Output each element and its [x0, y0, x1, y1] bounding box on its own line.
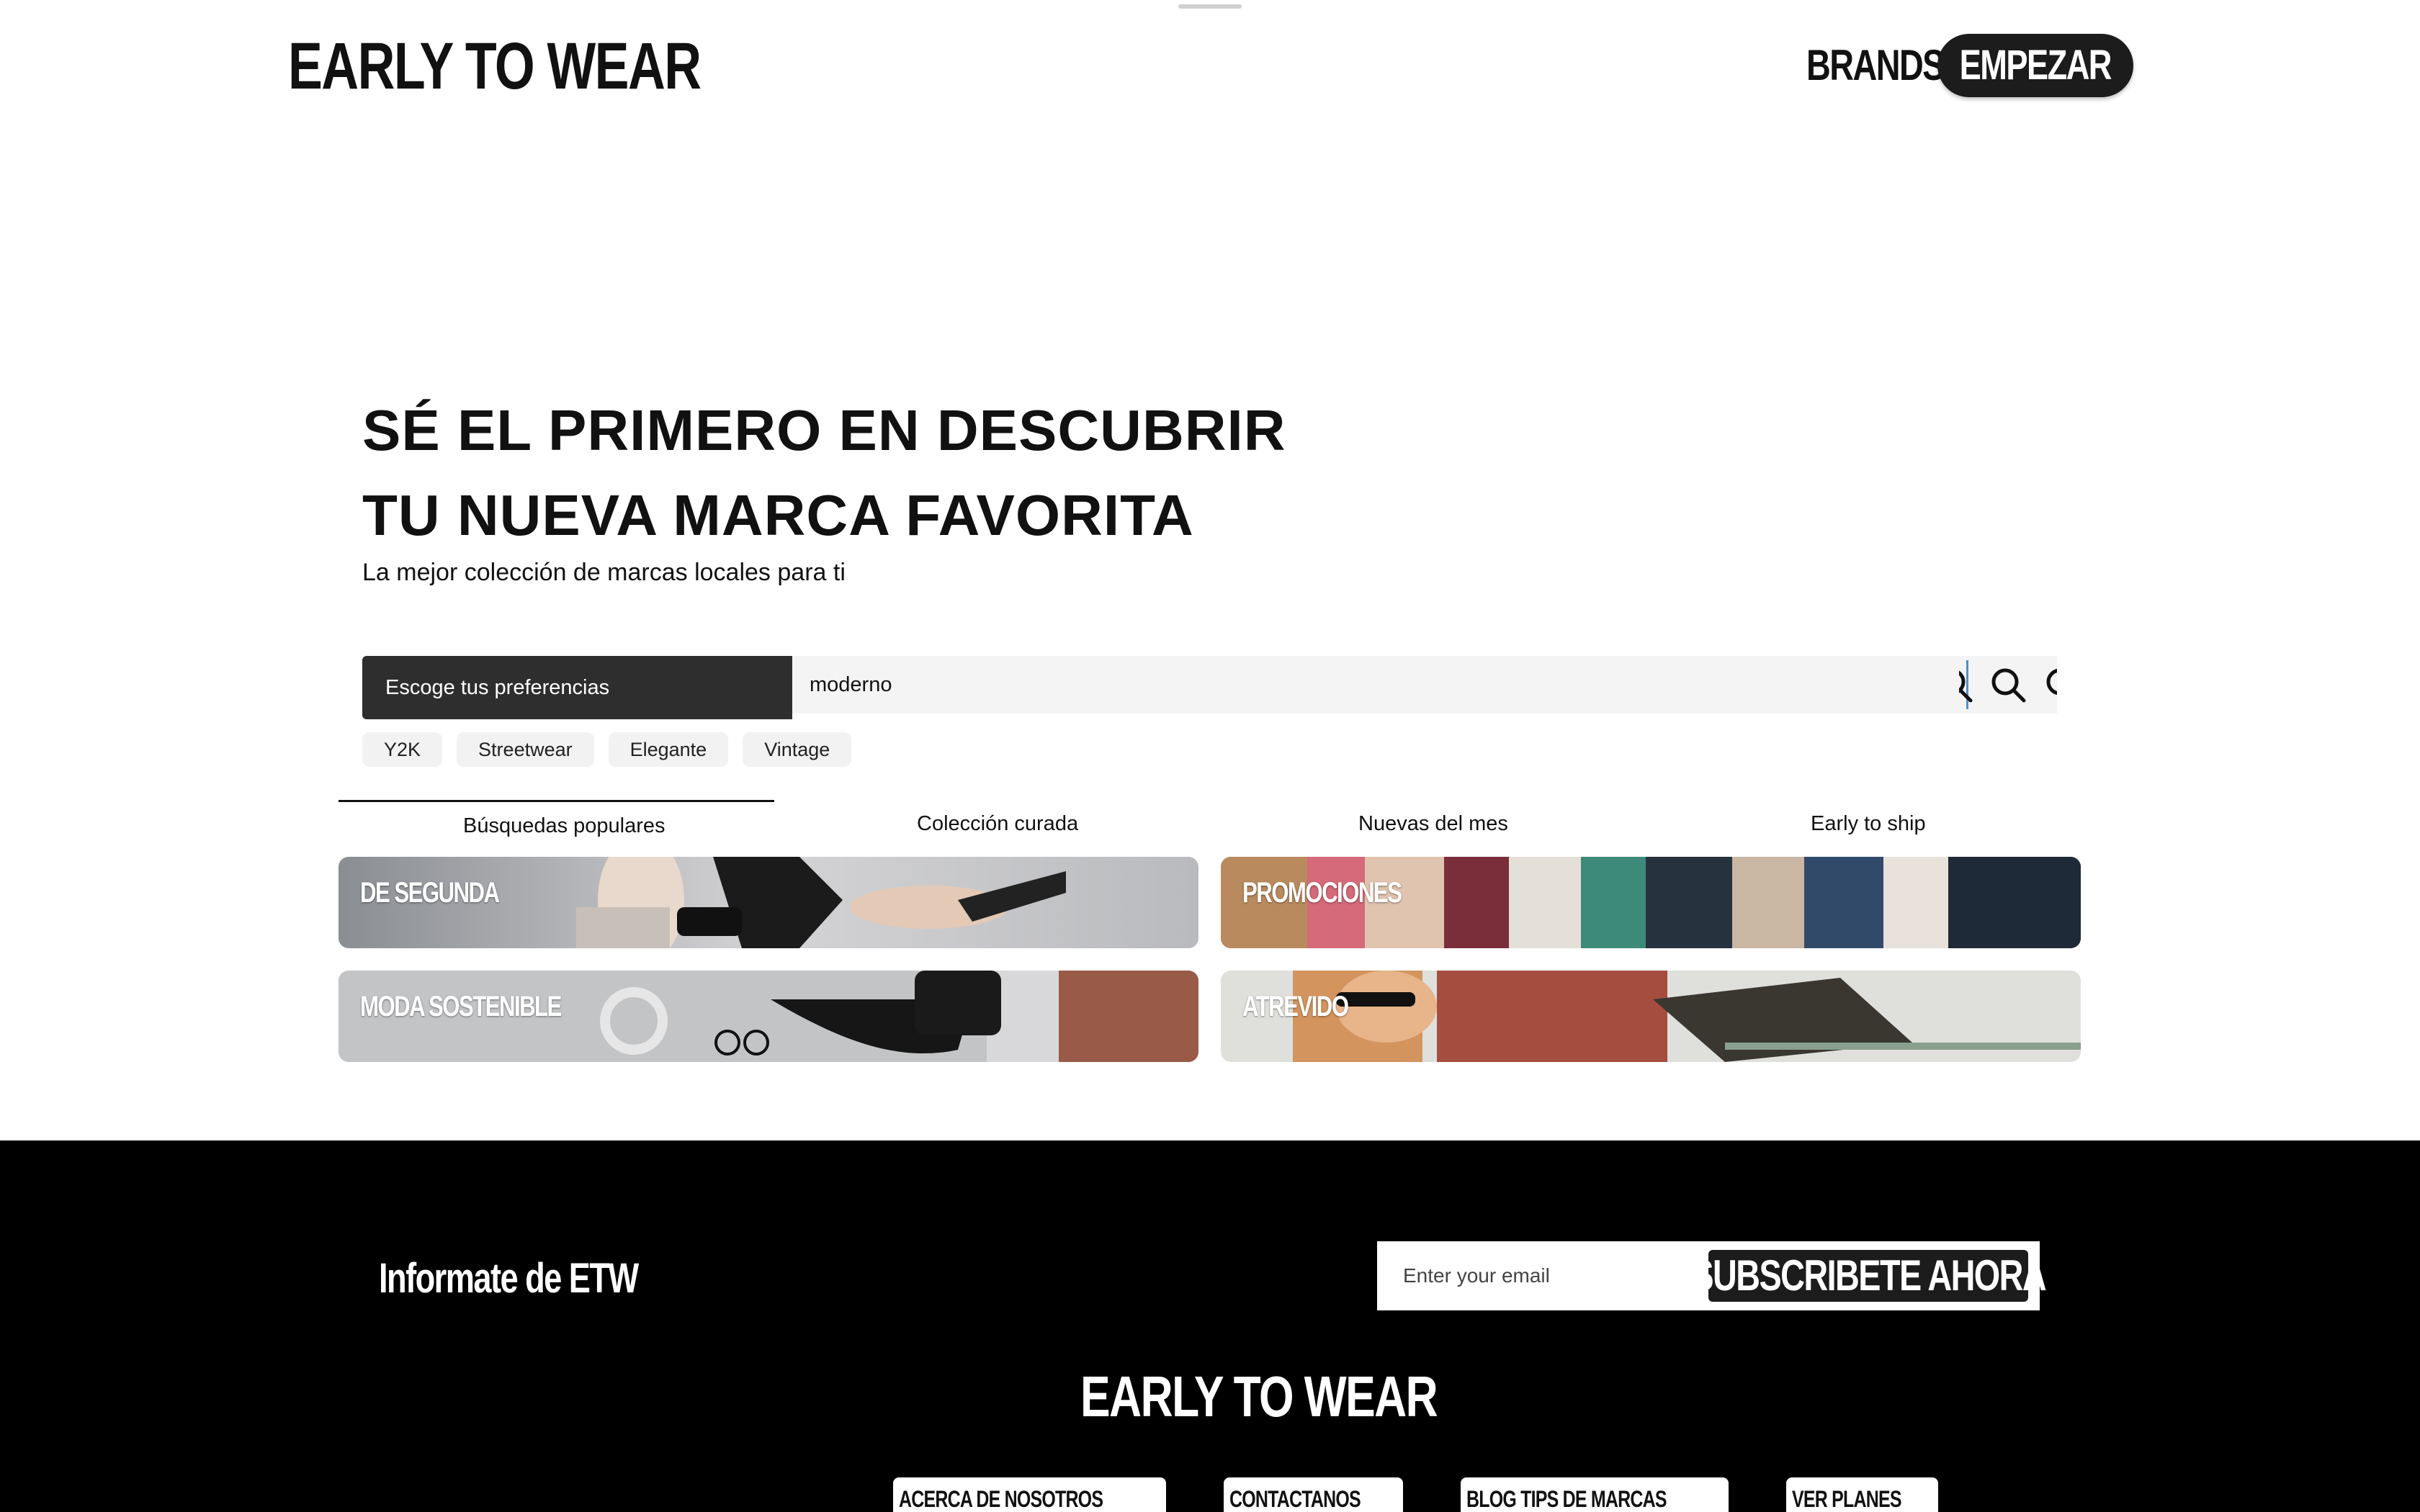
search-icon[interactable]: [1988, 665, 2028, 705]
active-tab-indicator: [339, 800, 774, 802]
footer-logo[interactable]: EARLY TO WEAR: [1080, 1365, 1438, 1428]
tab-nuevas-del-mes[interactable]: Nuevas del mes: [1358, 812, 1508, 836]
footer-link-label: ACERCA DE NOSOTROS: [899, 1486, 1103, 1512]
style-chips: Y2K Streetwear Elegante Vintage: [362, 732, 852, 767]
footer-link-label: VER PLANES: [1792, 1486, 1902, 1512]
tab-early-to-ship[interactable]: Early to ship: [1811, 812, 1926, 836]
site-logo[interactable]: EARLY TO WEAR: [288, 30, 702, 102]
footer-link-label: CONTACTANOS: [1229, 1486, 1361, 1512]
newsletter-form: SUBSCRIBETE AHORA: [1377, 1241, 2046, 1310]
footer-link-blog[interactable]: BLOG TIPS DE MARCAS: [1461, 1477, 1729, 1512]
footer-link-acerca[interactable]: ACERCA DE NOSOTROS: [893, 1477, 1167, 1512]
preferences-button[interactable]: Escoge tus preferencias: [362, 656, 792, 719]
footer-links: ACERCA DE NOSOTROS CONTACTANOS BLOG TIPS…: [893, 1477, 1938, 1512]
card-label: PROMOCIONES: [1242, 877, 1402, 909]
tab-coleccion-curada[interactable]: Colección curada: [917, 812, 1078, 836]
hero-subtitle: La mejor colección de marcas locales par…: [362, 559, 846, 586]
start-button[interactable]: EMPEZAR: [1937, 34, 2133, 97]
card-image: [1221, 971, 2081, 1062]
card-label: ATREVIDO: [1242, 991, 1349, 1022]
category-card-moda-sostenible[interactable]: MODA SOSTENIBLE: [339, 971, 1198, 1062]
footer-link-label: BLOG TIPS DE MARCAS: [1466, 1486, 1667, 1512]
footer-newsletter-title: Informate de ETW: [379, 1255, 639, 1302]
email-field[interactable]: [1403, 1241, 1706, 1310]
search-input[interactable]: [810, 656, 1962, 714]
footer-link-planes[interactable]: VER PLANES: [1786, 1477, 1938, 1512]
card-label: DE SEGUNDA: [360, 877, 500, 909]
hero-title-line-1: SÉ EL PRIMERO EN DESCUBRIR: [362, 398, 1286, 462]
subscribe-button-label: SUBSCRIBETE AHORA: [1691, 1251, 2046, 1300]
search-icon[interactable]: [1959, 665, 1975, 705]
category-card-de-segunda[interactable]: DE SEGUNDA: [339, 857, 1198, 948]
search-icon[interactable]: [2043, 665, 2057, 705]
tab-busquedas-populares[interactable]: Búsquedas populares: [463, 814, 666, 838]
card-label: MODA SOSTENIBLE: [360, 991, 562, 1022]
chip-streetwear[interactable]: Streetwear: [457, 732, 594, 767]
category-card-atrevido[interactable]: ATREVIDO: [1221, 971, 2081, 1062]
search-bar: [792, 656, 2057, 714]
subscribe-button[interactable]: SUBSCRIBETE AHORA: [1691, 1250, 2046, 1302]
chip-vintage[interactable]: Vintage: [743, 732, 852, 767]
preferences-button-label: Escoge tus preferencias: [385, 675, 610, 699]
chip-y2k[interactable]: Y2K: [362, 732, 443, 767]
hero-title-line-2: TU NUEVA MARCA FAVORITA: [362, 483, 1194, 547]
drag-handle[interactable]: [1178, 4, 1242, 9]
footer: Informate de ETW SUBSCRIBETE AHORA EARLY…: [0, 1140, 2420, 1512]
nav-brands-link[interactable]: BRANDS: [1806, 40, 1945, 91]
footer-link-contactanos[interactable]: CONTACTANOS: [1224, 1477, 1404, 1512]
category-card-promociones[interactable]: PROMOCIONES: [1221, 857, 2081, 948]
start-button-label: EMPEZAR: [1959, 42, 2112, 89]
chip-elegante[interactable]: Elegante: [608, 732, 729, 767]
